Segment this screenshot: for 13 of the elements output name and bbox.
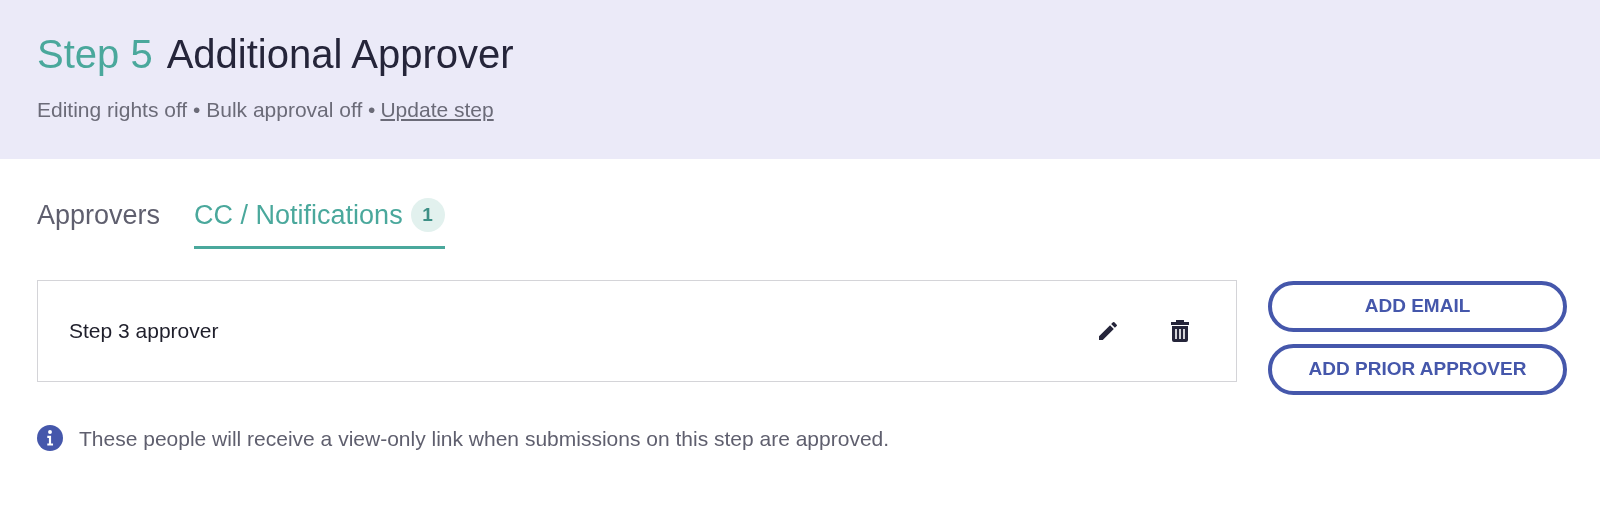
step-label: Step 5 bbox=[37, 31, 153, 78]
tab[interactable]: Approvers bbox=[37, 195, 161, 249]
action-button[interactable]: ADD EMAIL bbox=[1268, 280, 1567, 332]
trash-icon[interactable] bbox=[1170, 318, 1190, 343]
count-badge: 1 bbox=[410, 198, 445, 233]
step-title: Additional Approver bbox=[166, 31, 514, 78]
info-icon bbox=[37, 425, 63, 452]
action-button[interactable]: ADD PRIOR APPROVER bbox=[1268, 343, 1567, 395]
recipient-label: Step 3 approver bbox=[69, 317, 220, 344]
step-summary: Editing rights off • Bulk approval off • bbox=[37, 97, 376, 123]
tab[interactable]: CC / Notifications 1 bbox=[194, 195, 445, 249]
update-step-link[interactable]: Update step bbox=[380, 94, 494, 126]
info-text: These people will receive a view-only link when submissions on this step are approved. bbox=[79, 425, 890, 452]
